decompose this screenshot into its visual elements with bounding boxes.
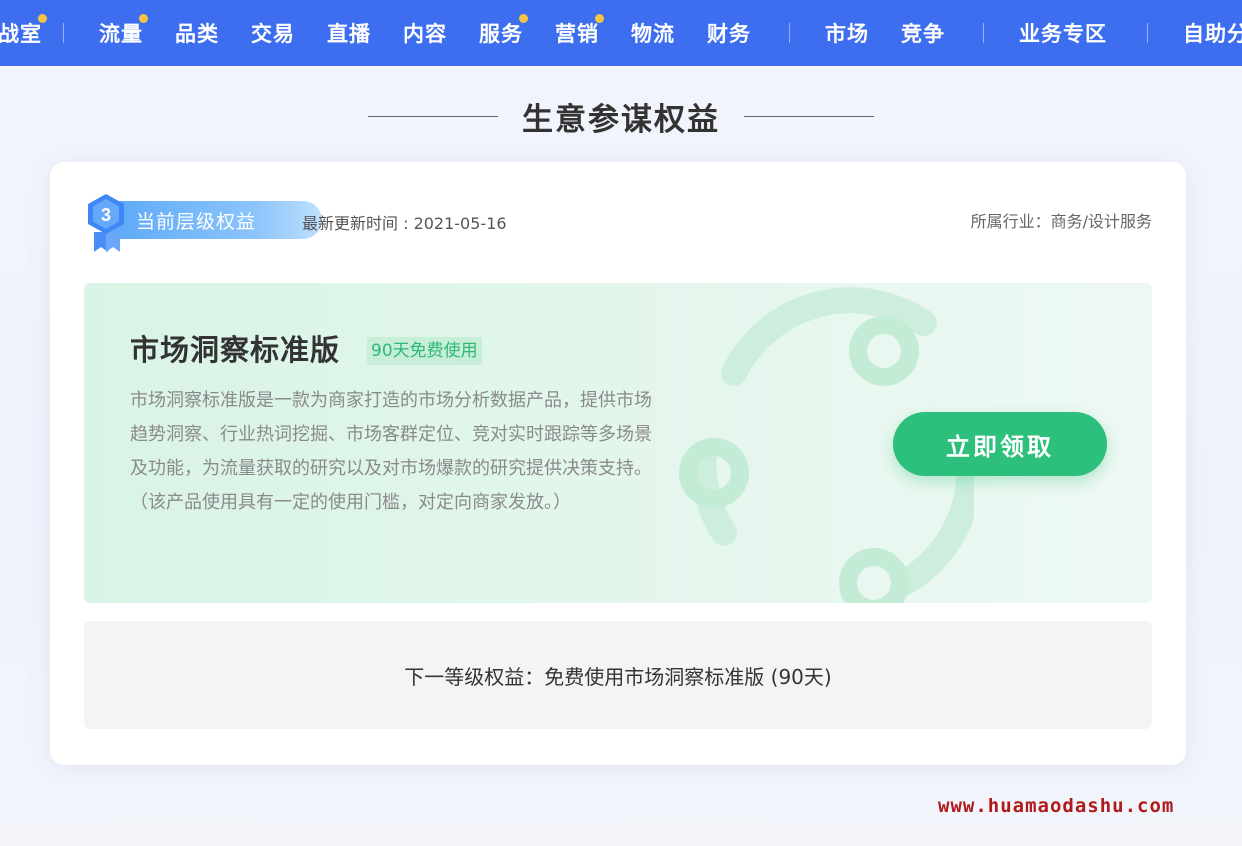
- nav-item-label: 内容: [403, 22, 447, 46]
- nav-item-label: 自助分析: [1183, 22, 1242, 46]
- nav-item-label: 服务: [479, 22, 523, 46]
- nav-item-label: 竞争: [901, 22, 945, 46]
- nav-item-category[interactable]: 品类: [175, 0, 219, 66]
- notification-dot: [595, 14, 604, 23]
- nav-item-marketing[interactable]: 营销: [555, 0, 604, 66]
- nav-item-traffic[interactable]: 流量: [99, 0, 148, 66]
- nav-separator: [789, 23, 790, 43]
- top-nav: 作战室 流量 品类 交易 直播 内容 服务 营销 物流 财务 市场 竞争 业务专…: [0, 0, 1242, 66]
- level-badge-label: 当前层级权益: [136, 210, 257, 233]
- nav-item-competition[interactable]: 竞争: [901, 0, 945, 66]
- product-panel: 市场洞察标准版 90天免费使用 市场洞察标准版是一款为商家打造的市场分析数据产品…: [84, 283, 1152, 603]
- nav-item-live[interactable]: 直播: [327, 0, 371, 66]
- notification-dot: [519, 14, 528, 23]
- page-title: 生意参谋权益: [522, 101, 720, 138]
- title-divider-left: [368, 115, 498, 117]
- nav-separator: [983, 23, 984, 43]
- level-medal-icon: 3: [88, 194, 124, 252]
- nav-item-label: 直播: [327, 22, 371, 46]
- title-divider-right: [744, 115, 874, 117]
- section-header: 生意参谋权益: [0, 93, 1242, 139]
- level-badge-pill: 当前层级权益: [102, 201, 322, 239]
- claim-now-button[interactable]: 立即领取: [893, 412, 1107, 476]
- nav-item-business-zone[interactable]: 业务专区: [1019, 0, 1107, 66]
- nav-item-label: 物流: [631, 22, 675, 46]
- nav-item-self-analysis[interactable]: 自助分析: [1183, 0, 1242, 66]
- nav-item-label: 营销: [555, 22, 599, 46]
- notification-dot: [38, 14, 47, 23]
- nav-item-label: 市场: [825, 22, 869, 46]
- nav-separator: [63, 23, 64, 43]
- nav-separator: [1147, 23, 1148, 43]
- nav-item-war-room[interactable]: 作战室: [0, 0, 47, 66]
- industry-text: 所属行业：商务/设计服务: [970, 212, 1152, 231]
- last-updated-text: 最新更新时间 : 2021-05-16: [302, 214, 507, 233]
- nav-item-market[interactable]: 市场: [825, 0, 869, 66]
- product-description: 市场洞察标准版是一款为商家打造的市场分析数据产品，提供市场趋势洞察、行业热词挖掘…: [130, 390, 652, 513]
- nav-item-label: 流量: [99, 22, 143, 46]
- nav-item-logistics[interactable]: 物流: [631, 0, 675, 66]
- next-level-text: 下一等级权益：免费使用市场洞察标准版 (90天): [404, 664, 832, 689]
- nav-item-content[interactable]: 内容: [403, 0, 447, 66]
- next-level-benefit: 下一等级权益：免费使用市场洞察标准版 (90天): [84, 621, 1152, 729]
- nav-item-trade[interactable]: 交易: [251, 0, 295, 66]
- nav-item-label: 财务: [707, 22, 751, 46]
- watermark: www.huamaodashu.com: [938, 795, 1175, 817]
- free-trial-tag: 90天免费使用: [367, 337, 482, 365]
- level-number: 3: [101, 205, 111, 225]
- level-badge: 当前层级权益 3: [84, 192, 322, 254]
- nav-item-label: 交易: [251, 22, 295, 46]
- nav-item-finance[interactable]: 财务: [707, 0, 751, 66]
- nav-item-label: 业务专区: [1019, 22, 1107, 46]
- benefits-card: 当前层级权益 3 最新更新时间 : 2021-05-16 所属行业：商务/设计服…: [50, 162, 1186, 765]
- nav-item-label: 品类: [175, 22, 219, 46]
- nav-item-label: 作战室: [0, 22, 42, 46]
- notification-dot: [139, 14, 148, 23]
- product-name: 市场洞察标准版: [130, 333, 341, 367]
- nav-item-service[interactable]: 服务: [479, 0, 528, 66]
